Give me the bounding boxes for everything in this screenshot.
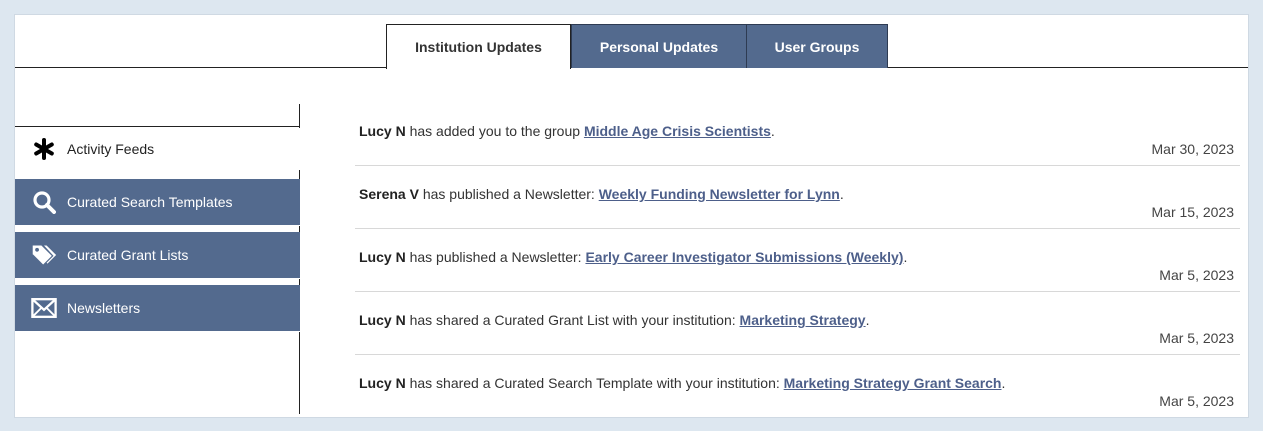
feed-user[interactable]: Serena V xyxy=(359,186,419,202)
tab-user-groups[interactable]: User Groups xyxy=(746,24,888,68)
sidebar-item-label: Newsletters xyxy=(67,300,141,316)
feed-link[interactable]: Middle Age Crisis Scientists xyxy=(584,123,771,139)
feed-text: Serena V has published a Newsletter: Wee… xyxy=(359,186,844,202)
feed-link[interactable]: Early Career Investigator Submissions (W… xyxy=(585,249,903,265)
feed-suffix: . xyxy=(903,249,908,265)
sidebar-item-label: Curated Search Templates xyxy=(67,194,233,210)
feed-action: has added you to the group xyxy=(405,123,584,139)
feed-action: has published a Newsletter: xyxy=(418,186,599,202)
sidebar-item-activity-feeds[interactable]: Activity Feeds xyxy=(15,128,300,170)
sidebar-item-label: Curated Grant Lists xyxy=(67,247,189,263)
feed-item: Lucy N has added you to the group Middle… xyxy=(355,103,1240,166)
feed-item: Serena V has published a Newsletter: Wee… xyxy=(355,166,1240,229)
feed-link[interactable]: Marketing Strategy Grant Search xyxy=(784,375,1002,391)
tab-personal-updates[interactable]: Personal Updates xyxy=(571,24,747,68)
feed-date: Mar 30, 2023 xyxy=(1151,141,1235,157)
feed-link[interactable]: Weekly Funding Newsletter for Lynn xyxy=(599,186,840,202)
feed-text: Lucy N has published a Newsletter: Early… xyxy=(359,249,907,265)
feed-date: Mar 5, 2023 xyxy=(1159,393,1234,409)
feed-link[interactable]: Marketing Strategy xyxy=(740,312,866,328)
asterisk-icon xyxy=(31,136,57,162)
tab-institution-updates[interactable]: Institution Updates xyxy=(386,24,571,69)
feed-action: has shared a Curated Grant List with you… xyxy=(405,312,740,328)
feed-suffix: . xyxy=(865,312,870,328)
feed-suffix: . xyxy=(770,123,775,139)
sidebar-item-curated-search-templates[interactable]: Curated Search Templates xyxy=(15,179,300,226)
feed-text: Lucy N has shared a Curated Search Templ… xyxy=(359,375,1005,391)
sidebar-item-label: Activity Feeds xyxy=(67,141,155,157)
feed-text: Lucy N has added you to the group Middle… xyxy=(359,123,775,139)
sidebar-item-newsletters[interactable]: Newsletters xyxy=(15,285,300,332)
feed-date: Mar 5, 2023 xyxy=(1159,267,1234,283)
feed-item: Lucy N has published a Newsletter: Early… xyxy=(355,229,1240,292)
tags-icon xyxy=(31,242,57,268)
sidebar-top-rule xyxy=(15,126,300,127)
tab-bar: Institution Updates Personal Updates Use… xyxy=(15,15,1248,69)
feed-date: Mar 15, 2023 xyxy=(1151,204,1235,220)
sidebar: Activity Feeds Curated Search Templates … xyxy=(15,104,300,417)
search-icon xyxy=(31,189,57,215)
feed-action: has shared a Curated Search Template wit… xyxy=(405,375,784,391)
activity-feed: Lucy N has added you to the group Middle… xyxy=(355,103,1240,417)
feed-user[interactable]: Lucy N xyxy=(359,123,406,139)
feed-text: Lucy N has shared a Curated Grant List w… xyxy=(359,312,869,328)
feed-user[interactable]: Lucy N xyxy=(359,312,406,328)
feed-suffix: . xyxy=(1001,375,1006,391)
feed-action: has published a Newsletter: xyxy=(405,249,586,265)
envelope-icon xyxy=(31,295,57,321)
sidebar-item-curated-grant-lists[interactable]: Curated Grant Lists xyxy=(15,232,300,279)
feed-suffix: . xyxy=(839,186,844,202)
activity-panel: Institution Updates Personal Updates Use… xyxy=(14,14,1249,418)
feed-date: Mar 5, 2023 xyxy=(1159,330,1234,346)
feed-user[interactable]: Lucy N xyxy=(359,375,406,391)
feed-item: Lucy N has shared a Curated Grant List w… xyxy=(355,292,1240,355)
feed-user[interactable]: Lucy N xyxy=(359,249,406,265)
feed-item: Lucy N has shared a Curated Search Templ… xyxy=(355,355,1240,417)
